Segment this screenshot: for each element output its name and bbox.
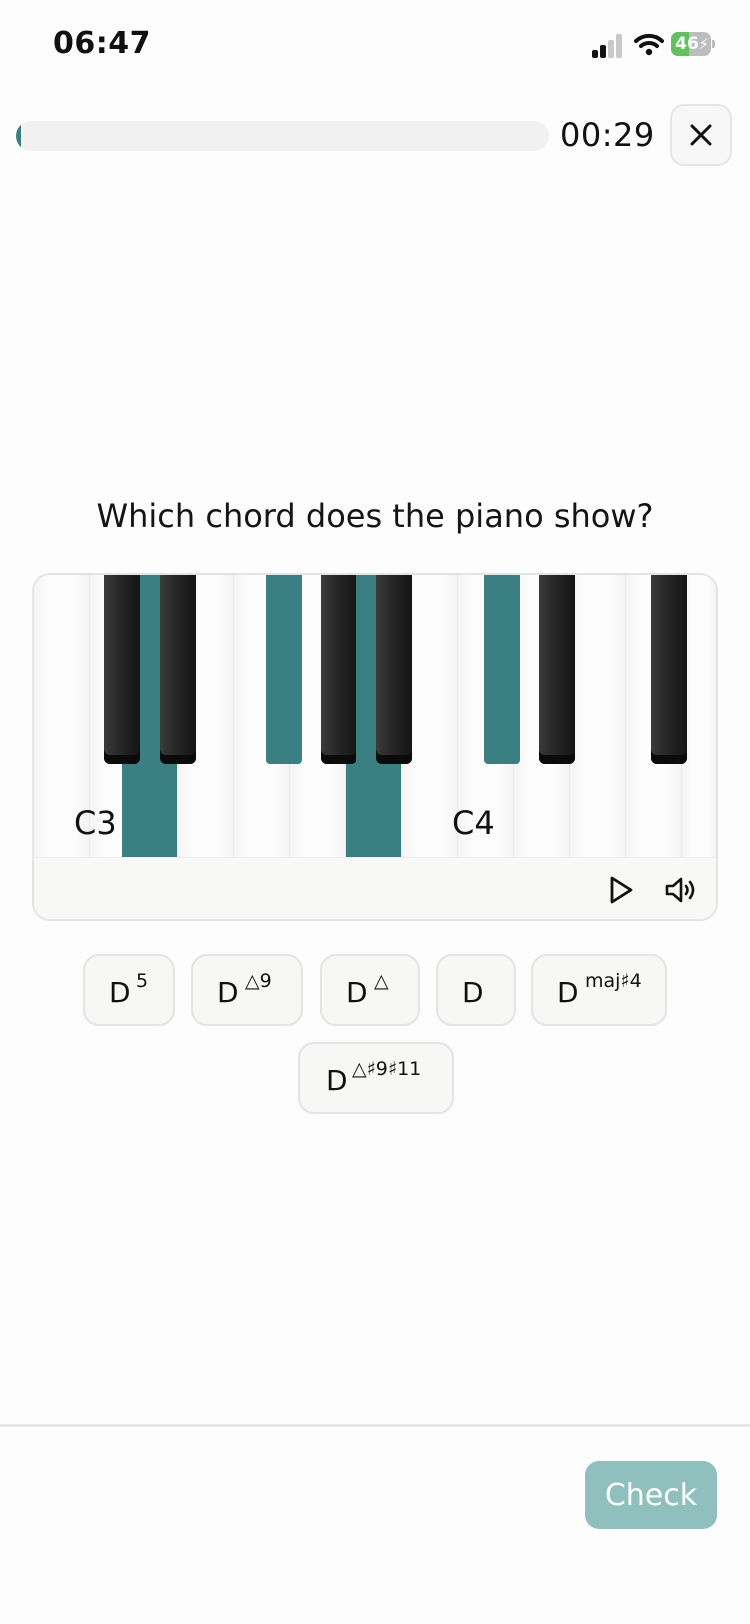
black-key-f-sharp3-highlighted (266, 575, 302, 764)
piano-keyboard: C3 C4 (34, 575, 716, 857)
wifi-icon (634, 33, 664, 56)
chord-option-dmaj[interactable]: D △ (320, 954, 420, 1026)
speaker-icon[interactable] (664, 874, 700, 906)
chord-option-dmaj-sharp4[interactable]: D maj♯4 (531, 954, 667, 1026)
status-time: 06:47 (53, 26, 151, 61)
key-label-c4: C4 (452, 804, 495, 842)
black-key-c-sharp3 (104, 575, 140, 764)
black-key-f-sharp4 (651, 575, 687, 764)
white-key-f4 (570, 575, 626, 857)
check-button[interactable]: Check (585, 1461, 717, 1529)
charging-bolt-icon: ⚡ (698, 35, 709, 53)
battery-icon: 46 ⚡ (671, 32, 715, 56)
piano-card: C3 C4 (32, 573, 718, 921)
piano-toolbar (34, 857, 716, 919)
black-key-c-sharp4-highlighted (484, 575, 520, 764)
play-icon[interactable] (604, 874, 636, 906)
question-text: Which chord does the piano show? (96, 497, 654, 535)
black-key-d-sharp3 (160, 575, 196, 764)
white-key-a4 (682, 575, 716, 857)
black-key-a-sharp3 (376, 575, 412, 764)
chord-option-d5[interactable]: D 5 (83, 954, 175, 1026)
chord-option-dmaj-sharp9-sharp11[interactable]: D △♯9♯11 (298, 1042, 454, 1114)
black-key-d-sharp4 (539, 575, 575, 764)
chord-option-dmaj9[interactable]: D △9 (191, 954, 303, 1026)
status-bar: 06:47 46 ⚡ (0, 0, 750, 90)
footer-divider (0, 1424, 750, 1427)
chord-option-d[interactable]: D (436, 954, 516, 1026)
timer: 00:29 (560, 116, 655, 154)
close-button[interactable] (670, 104, 732, 166)
key-label-c3: C3 (74, 804, 117, 842)
cellular-signal-icon (592, 34, 624, 58)
close-icon (690, 124, 712, 146)
progress-fill (16, 121, 22, 151)
progress-bar (16, 121, 549, 151)
black-key-g-sharp3 (321, 575, 357, 764)
